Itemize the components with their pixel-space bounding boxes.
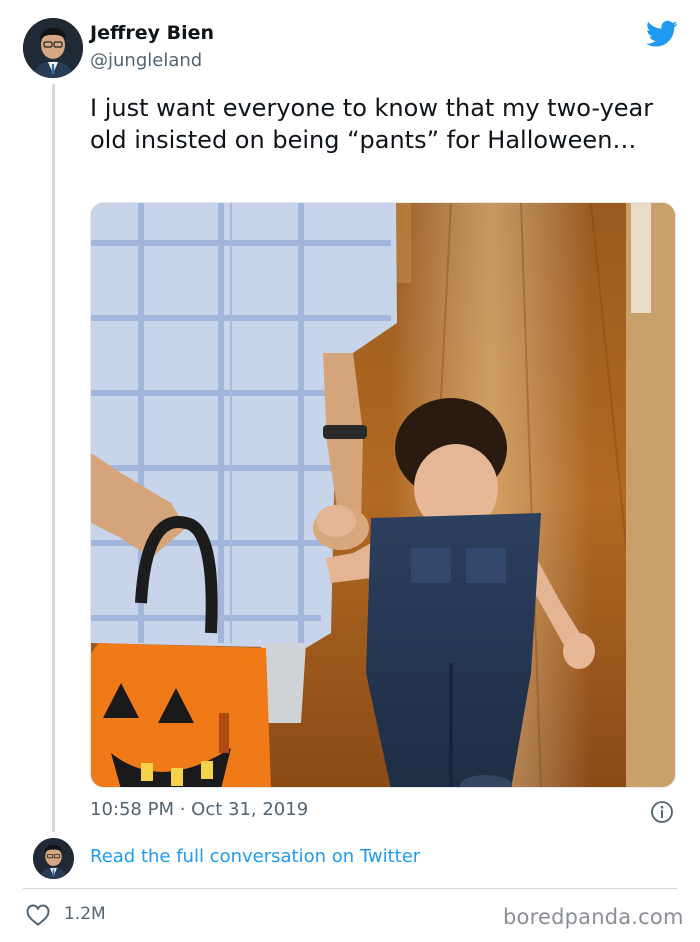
divider [23,888,677,889]
author-avatar-small[interactable] [33,838,74,879]
thread-line [52,84,55,832]
watermark: boredpanda.com [503,905,684,929]
tweet-photo[interactable] [90,202,676,788]
twitter-bird-icon[interactable] [646,20,678,48]
tweet-text: I just want everyone to know that my two… [90,94,654,154]
tweet-timestamp[interactable]: 10:58 PM · Oct 31, 2019 [90,799,308,820]
like-count: 1.2M [64,904,106,924]
author-name[interactable]: Jeffrey Bien [90,22,214,44]
read-conversation-link[interactable]: Read the full conversation on Twitter [90,846,420,867]
author-avatar[interactable] [23,18,83,78]
tweet-card: Jeffrey Bien @jungleland I just want eve… [0,0,700,942]
info-icon[interactable] [650,800,674,824]
heart-icon[interactable] [26,904,50,926]
author-handle[interactable]: @jungleland [90,50,202,71]
